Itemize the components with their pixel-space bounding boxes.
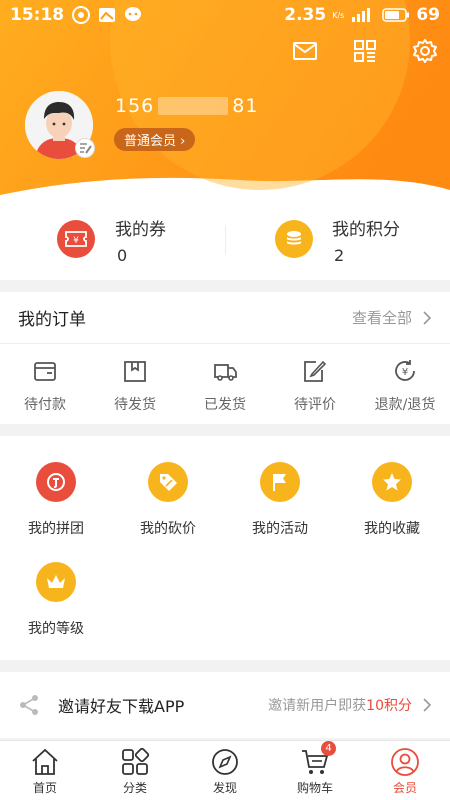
chat-notification-icon	[125, 7, 142, 21]
phone-suffix: 81	[232, 95, 259, 117]
orders-title: 我的订单	[18, 310, 86, 330]
order-item-label: 待发货	[114, 397, 156, 413]
tab-label: 购物车	[296, 781, 333, 795]
star-icon	[372, 462, 412, 502]
edit-icon	[304, 360, 327, 382]
tab-cart[interactable]: 4 购物车	[270, 741, 360, 800]
coins-icon	[275, 220, 313, 258]
member-level-label: 普通会员 ›	[124, 134, 186, 149]
tab-label: 首页	[32, 781, 57, 795]
chevron-right-icon	[423, 310, 432, 325]
orders-section: 我的订单 查看全部 待付款 待发货 已发货 待评价 ¥ 退款/退货	[0, 292, 450, 424]
refund-icon: ¥	[395, 360, 415, 381]
signal-icon	[352, 8, 371, 22]
view-all-orders-link[interactable]: 查看全部	[352, 307, 432, 328]
flag-icon	[260, 462, 300, 502]
share-icon	[20, 695, 38, 715]
category-icon	[122, 747, 150, 775]
service-label: 我的收藏	[364, 521, 420, 537]
app-notification-icon	[72, 6, 91, 24]
invite-reward-points: 10积分	[366, 698, 412, 714]
phone-mask	[158, 97, 229, 115]
points-value: 2	[334, 246, 345, 265]
tab-label: 会员	[392, 781, 417, 795]
coupons-value: 0	[117, 246, 128, 265]
tab-label: 分类	[122, 781, 147, 795]
tab-home[interactable]: 首页	[0, 741, 90, 800]
service-label: 我的等级	[28, 621, 84, 637]
order-item-label: 退款/退货	[374, 397, 436, 413]
profile-header: 15:18 2.35 K/s 69 156 81 普通会员 ›	[0, 0, 450, 200]
invite-reward-prefix: 邀请新用户即获	[268, 698, 367, 714]
network-speed-unit: K/s	[332, 10, 345, 20]
service-label: 我的拼团	[28, 521, 84, 537]
edit-profile-badge[interactable]	[75, 138, 95, 158]
assets-divider	[225, 225, 226, 255]
group-buy-icon	[36, 462, 76, 502]
edit-pencil-icon	[80, 143, 92, 154]
message-icon[interactable]	[292, 38, 318, 64]
battery-level: 69	[416, 5, 440, 25]
member-icon	[391, 748, 419, 776]
service-label: 我的活动	[252, 521, 308, 537]
order-shipped[interactable]: 已发货	[180, 344, 270, 424]
compass-icon	[212, 749, 238, 775]
svg-text:¥: ¥	[402, 367, 408, 378]
truck-icon	[214, 364, 237, 381]
order-pending-review[interactable]: 待评价	[270, 344, 360, 424]
invite-friends-row[interactable]: 邀请好友下载APP 邀请新用户即获10积分	[0, 672, 450, 738]
order-refund[interactable]: ¥ 退款/退货	[360, 344, 450, 424]
home-icon	[32, 748, 58, 775]
ticket-icon: ¥	[57, 220, 95, 258]
my-group-buy[interactable]: 我的拼团	[0, 462, 112, 538]
services-section: 我的拼团 我的砍价 我的活动 我的收藏 我的等级	[0, 436, 450, 660]
my-activities[interactable]: 我的活动	[224, 462, 336, 538]
orders-header: 我的订单 查看全部	[0, 292, 450, 344]
my-level[interactable]: 我的等级	[0, 562, 112, 638]
order-pending-payment[interactable]: 待付款	[0, 344, 90, 424]
mail-notification-icon	[99, 8, 116, 22]
phone-prefix: 156	[115, 95, 155, 117]
service-label: 我的砍价	[140, 521, 196, 537]
member-level-badge[interactable]: 普通会员 ›	[114, 128, 196, 151]
network-speed: 2.35	[284, 5, 327, 25]
my-bargain[interactable]: 我的砍价	[112, 462, 224, 538]
bottom-tab-bar: 首页 分类 发现 4 购物车 会员	[0, 740, 450, 800]
view-all-label: 查看全部	[351, 309, 412, 327]
qrcode-icon[interactable]	[352, 38, 378, 64]
svg-text:¥: ¥	[73, 236, 79, 246]
my-favorites[interactable]: 我的收藏	[336, 462, 448, 538]
my-coupons[interactable]: ¥ 我的券 0	[0, 198, 225, 280]
coupons-label: 我的券	[115, 220, 166, 240]
invite-reward: 邀请新用户即获10积分	[268, 695, 432, 715]
order-item-label: 待评价	[294, 397, 336, 413]
invite-title: 邀请好友下载APP	[58, 697, 185, 716]
tab-category[interactable]: 分类	[90, 741, 180, 800]
battery-icon	[382, 8, 410, 22]
crown-icon	[36, 562, 76, 602]
tab-label: 发现	[212, 781, 237, 795]
tab-member[interactable]: 会员	[360, 741, 450, 800]
cart-count-badge: 4	[321, 741, 336, 756]
wallet-icon	[34, 362, 56, 381]
box-icon	[124, 361, 146, 382]
my-points[interactable]: 我的积分 2	[225, 198, 450, 280]
points-label: 我的积分	[332, 220, 400, 240]
order-item-label: 待付款	[24, 397, 66, 413]
tab-discover[interactable]: 发现	[180, 741, 270, 800]
status-bar: 15:18 2.35 K/s 69	[0, 0, 450, 30]
status-time: 15:18	[10, 5, 65, 25]
order-pending-shipment[interactable]: 待发货	[90, 344, 180, 424]
price-tag-icon	[148, 462, 188, 502]
user-phone: 156 81	[115, 95, 258, 117]
chevron-right-icon	[423, 698, 432, 712]
order-item-label: 已发货	[204, 397, 246, 413]
settings-gear-icon[interactable]	[412, 38, 438, 64]
